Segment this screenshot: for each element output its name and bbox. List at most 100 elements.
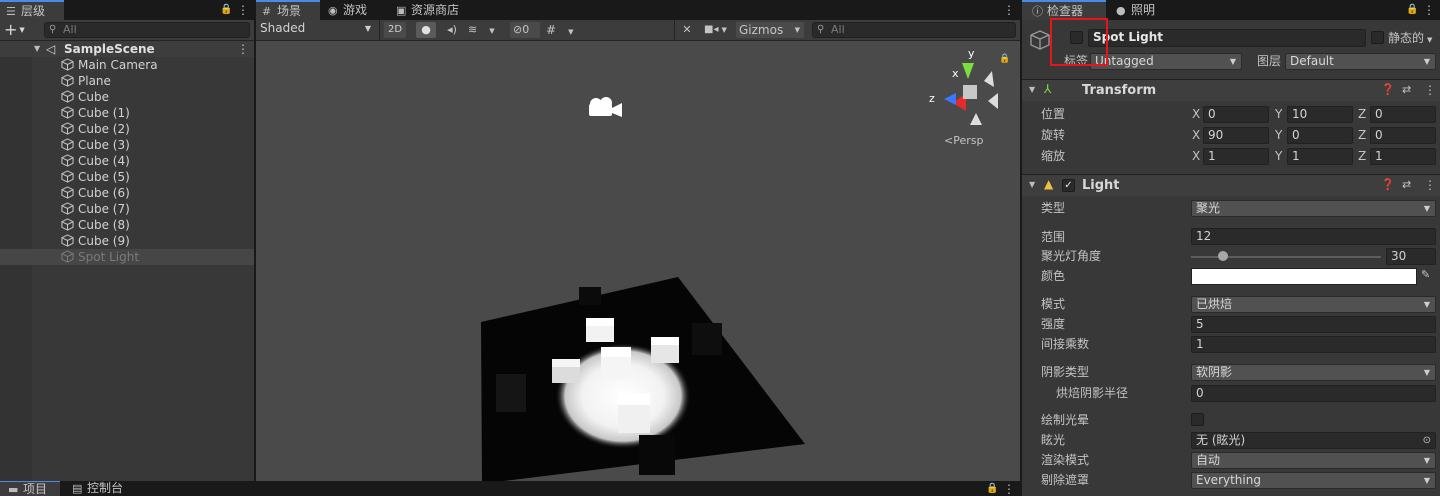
inspector-menu-icon[interactable]: ⋮ xyxy=(1423,3,1435,17)
render-mode-dropdown[interactable]: 自动 ▼ xyxy=(1191,452,1436,469)
transform-header[interactable]: ▼ ⅄ Transform ❓ ⇄ ⋮ xyxy=(1022,79,1440,101)
tag-dropdown[interactable]: Untagged ▼ xyxy=(1090,53,1242,70)
object-name-field[interactable]: Spot Light xyxy=(1088,29,1366,47)
lighting-toggle-button[interactable]: ● xyxy=(416,22,436,38)
hidden-objects-toggle[interactable]: ⊘0 xyxy=(510,22,540,38)
hierarchy-item[interactable]: Main Camera xyxy=(0,57,254,73)
flare-field[interactable]: 无 (眩光) ⊙ xyxy=(1191,432,1436,449)
tab-scene[interactable]: # 场景 xyxy=(256,0,320,20)
preset-icon[interactable]: ⇄ xyxy=(1402,178,1411,191)
hierarchy-item[interactable]: Cube (5) xyxy=(0,169,254,185)
range-field[interactable]: 12 xyxy=(1191,228,1436,245)
intensity-field[interactable]: 5 xyxy=(1191,316,1436,333)
add-button[interactable]: + ▼ xyxy=(4,21,30,39)
hierarchy-item[interactable]: Cube (3) xyxy=(0,137,254,153)
hierarchy-item[interactable]: Cube (6) xyxy=(0,185,254,201)
culling-mask-dropdown[interactable]: Everything ▼ xyxy=(1191,472,1436,489)
light-enabled-checkbox[interactable]: ✓ xyxy=(1062,179,1075,192)
axis-z-label[interactable]: Z xyxy=(1358,148,1366,165)
scene-lock-icon[interactable]: 🔒 xyxy=(999,54,1010,64)
lock-icon[interactable]: 🔒 xyxy=(986,482,998,496)
static-dropdown[interactable]: 静态的 ▼ xyxy=(1388,30,1432,48)
light-header[interactable]: ▼ ▲ ✓ Light ❓ ⇄ ⋮ xyxy=(1022,174,1440,196)
tab-asset-store[interactable]: ▣ 资源商店 xyxy=(390,0,472,20)
scene-root-row[interactable]: ▼ ◁ SampleScene ⋮ xyxy=(0,41,254,57)
preset-icon[interactable]: ⇄ xyxy=(1402,83,1411,96)
transform-y-field[interactable]: 0 xyxy=(1287,127,1353,144)
transform-y-field[interactable]: 10 xyxy=(1287,106,1353,123)
bottom-menu-icon[interactable]: ⋮ xyxy=(1003,482,1015,496)
tab-lighting[interactable]: ● 照明 xyxy=(1110,0,1180,20)
object-picker-icon[interactable]: ⊙ xyxy=(1423,433,1431,448)
transform-x-field[interactable]: 1 xyxy=(1203,148,1269,165)
indirect-multiplier-field[interactable]: 1 xyxy=(1191,336,1436,353)
transform-z-field[interactable]: 0 xyxy=(1370,127,1436,144)
hierarchy-item[interactable]: Spot Light xyxy=(0,249,254,265)
tab-game[interactable]: ◉ 游戏 xyxy=(322,0,388,20)
hierarchy-item[interactable]: Cube (4) xyxy=(0,153,254,169)
gameobject-cube-icon xyxy=(61,153,77,169)
spot-angle-field[interactable]: 30 xyxy=(1386,248,1436,265)
shadow-type-dropdown[interactable]: 软阴影 ▼ xyxy=(1191,364,1436,381)
transform-z-field[interactable]: 0 xyxy=(1370,106,1436,123)
static-checkbox[interactable] xyxy=(1371,31,1384,44)
tab-inspector[interactable]: ⓘ 检查器 xyxy=(1022,0,1106,20)
draw-halo-checkbox[interactable] xyxy=(1191,413,1204,426)
help-icon[interactable]: ❓ xyxy=(1381,83,1395,96)
axis-x-label[interactable]: X xyxy=(1192,127,1200,144)
2d-toggle-button[interactable]: 2D xyxy=(384,22,406,38)
shading-mode-dropdown[interactable]: Shaded ▼ xyxy=(256,21,376,38)
lock-icon[interactable]: 🔒 xyxy=(1406,3,1418,17)
effects-dropdown[interactable]: ≋ ▼ xyxy=(468,22,504,38)
mode-dropdown[interactable]: 已烘焙 ▼ xyxy=(1191,296,1436,313)
scene-toolbar: Shaded ▼ 2D ● ◂) ≋ ▼ ⊘0 # ▼ ✕ ■◂ ▼ Gizmos ▼ ⚲… xyxy=(256,20,1020,41)
transform-icon: ⅄ xyxy=(1044,82,1052,96)
help-icon[interactable]: ❓ xyxy=(1381,178,1395,191)
tab-console[interactable]: ▤ 控制台 xyxy=(66,481,142,496)
axis-z-label[interactable]: Z xyxy=(1358,106,1366,123)
hierarchy-item[interactable]: Cube (1) xyxy=(0,105,254,121)
eyedropper-icon[interactable]: ✎ xyxy=(1421,268,1430,281)
tab-hierarchy[interactable]: ☰ 层级 xyxy=(0,0,64,20)
foldout-arrow-icon[interactable]: ▼ xyxy=(34,41,40,57)
scene-menu-icon[interactable]: ⋮ xyxy=(1003,3,1015,17)
transform-x-field[interactable]: 0 xyxy=(1203,106,1269,123)
transform-y-field[interactable]: 1 xyxy=(1287,148,1353,165)
hierarchy-item[interactable]: Cube (2) xyxy=(0,121,254,137)
audio-toggle-button[interactable]: ◂) xyxy=(443,22,461,38)
foldout-arrow-icon[interactable]: ▼ xyxy=(1029,180,1035,189)
color-swatch[interactable] xyxy=(1191,268,1417,285)
component-menu-icon[interactable]: ⋮ xyxy=(1424,178,1436,192)
axis-z-label[interactable]: Z xyxy=(1358,127,1366,144)
persp-toggle[interactable]: <Persp xyxy=(944,134,983,147)
scene-search-input[interactable]: ⚲ All xyxy=(812,22,1016,38)
transform-z-field[interactable]: 1 xyxy=(1370,148,1436,165)
baked-shadow-radius-field[interactable]: 0 xyxy=(1191,385,1436,402)
hierarchy-menu-icon[interactable]: ⋮ xyxy=(237,3,249,17)
hierarchy-item[interactable]: Cube (8) xyxy=(0,217,254,233)
axis-y-label[interactable]: Y xyxy=(1275,148,1282,165)
gizmos-dropdown[interactable]: Gizmos ▼ xyxy=(736,22,804,38)
scene-viewport[interactable]: y x z 🔒 <Persp xyxy=(256,41,1020,481)
hierarchy-item[interactable]: Cube (9) xyxy=(0,233,254,249)
transform-x-field[interactable]: 90 xyxy=(1203,127,1269,144)
light-type-dropdown[interactable]: 聚光 ▼ xyxy=(1191,200,1436,217)
axis-x-label[interactable]: X xyxy=(1192,148,1200,165)
component-menu-icon[interactable]: ⋮ xyxy=(1424,83,1436,97)
foldout-arrow-icon[interactable]: ▼ xyxy=(1029,85,1035,94)
scene-menu-icon[interactable]: ⋮ xyxy=(237,42,249,56)
axis-x-label[interactable]: X xyxy=(1192,106,1200,123)
intensity-label: 强度 xyxy=(1041,317,1066,331)
hierarchy-search-input[interactable]: ⚲ All xyxy=(44,22,250,38)
tab-project[interactable]: ▬ 项目 xyxy=(0,481,60,496)
axis-y-label[interactable]: Y xyxy=(1275,106,1282,123)
grid-snap-dropdown[interactable]: # ▼ xyxy=(546,22,582,38)
hierarchy-item[interactable]: Cube (7) xyxy=(0,201,254,217)
tools-button[interactable]: ✕ xyxy=(678,22,696,38)
hierarchy-item[interactable]: Plane xyxy=(0,73,254,89)
layer-dropdown[interactable]: Default ▼ xyxy=(1285,53,1436,70)
lock-icon[interactable]: 🔒 xyxy=(220,3,232,17)
camera-dropdown[interactable]: ■◂ ▼ xyxy=(704,22,734,38)
hierarchy-item[interactable]: Cube xyxy=(0,89,254,105)
axis-y-label[interactable]: Y xyxy=(1275,127,1282,144)
